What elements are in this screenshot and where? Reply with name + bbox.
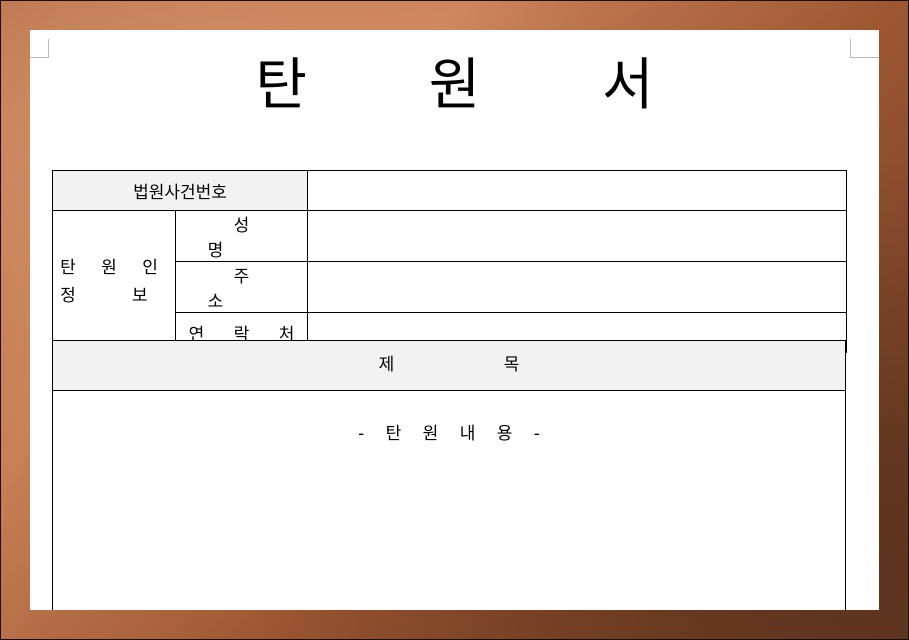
case-number-label: 법원사건번호	[52, 170, 308, 211]
name-field[interactable]	[307, 210, 847, 262]
petitioner-info-label: 탄 원 인 정 보	[52, 210, 176, 353]
case-number-field[interactable]	[307, 170, 847, 211]
table-row: 법원사건번호	[52, 170, 847, 211]
address-label: 주 소	[175, 261, 308, 313]
petition-content-area[interactable]: - 탄 원 내 용 -	[53, 391, 845, 444]
petition-content-box: 제 목 - 탄 원 내 용 -	[52, 340, 846, 610]
address-field[interactable]	[307, 261, 847, 313]
name-label: 성 명	[175, 210, 308, 262]
document-title: 탄 원 서	[255, 53, 706, 118]
petitioner-info-label-line1: 탄 원 인	[60, 257, 168, 278]
petition-content-placeholder: - 탄 원 내 용 -	[358, 424, 548, 444]
petitioner-info-table: 법원사건번호 탄 원 인 정 보 성 명 주 소 연 락 처	[52, 170, 847, 353]
table-row: 탄 원 인 정 보 성 명	[52, 210, 847, 353]
petitioner-info-label-text: 탄 원 인 정 보	[60, 254, 168, 310]
document-page[interactable]: 탄 원 서 법원사건번호 탄 원 인 정 보 성 명 주 소 연 락 처 제 목…	[30, 30, 879, 610]
subject-label: 제 목	[53, 341, 845, 391]
petitioner-info-label-line2: 정 보	[60, 285, 158, 306]
